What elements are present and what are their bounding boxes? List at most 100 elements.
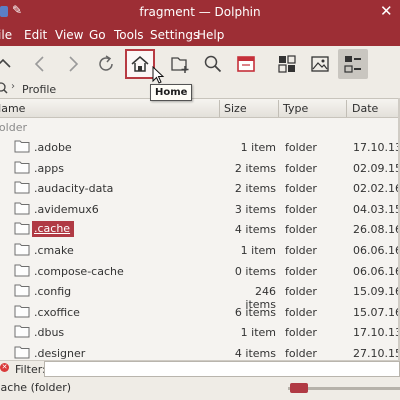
table-row[interactable]: › .cache 4 items folder 26.08.16 (0, 219, 398, 239)
menu-help[interactable]: Help (197, 28, 224, 42)
folder-icon (14, 305, 30, 318)
folder-icon (14, 346, 30, 359)
new-folder-icon (171, 57, 189, 73)
expand-icon[interactable]: › (0, 284, 1, 294)
column-size[interactable]: Size (224, 102, 247, 115)
menu-bar: File Edit View Go Tools Settings Help (0, 24, 400, 46)
icons-view-icon (278, 55, 296, 73)
forward-icon (69, 56, 79, 72)
filter-input[interactable] (44, 361, 400, 377)
file-type: folder (285, 202, 317, 216)
folder-icon (14, 284, 30, 297)
file-size: 4 items (234, 347, 276, 360)
file-name[interactable]: .config (34, 285, 71, 298)
up-button[interactable] (0, 49, 18, 79)
menu-go[interactable]: Go (89, 28, 106, 42)
file-date: 17.10.13 (353, 326, 398, 340)
menu-edit[interactable]: Edit (24, 28, 47, 42)
expand-icon[interactable]: › (0, 325, 1, 335)
file-type: folder (285, 141, 317, 154)
search-icon[interactable] (0, 81, 8, 95)
file-date: 26.08.16 (353, 223, 398, 237)
new-folder-button[interactable] (165, 49, 195, 79)
breadcrumb-separator: › (11, 81, 15, 92)
file-name[interactable]: .adobe (34, 141, 72, 154)
table-row[interactable]: › .dbus 1 item folder 17.10.13 (0, 322, 398, 342)
expand-icon[interactable]: › (0, 181, 1, 191)
expand-icon[interactable]: › (0, 264, 1, 274)
file-date: 27.10.15 (353, 347, 398, 360)
file-date: 02.02.16 (353, 182, 398, 196)
home-icon (131, 56, 149, 72)
file-name[interactable]: .cache (32, 221, 75, 238)
file-name[interactable]: .audacity-data (34, 182, 113, 195)
zoom-slider-handle[interactable] (290, 383, 308, 393)
close-filter-icon[interactable]: ✕ (0, 363, 9, 372)
file-name[interactable]: .designer (34, 347, 85, 360)
expand-icon[interactable]: › (0, 202, 1, 212)
expand-icon[interactable]: › (0, 243, 1, 253)
breadcrumb[interactable]: Profile (22, 83, 56, 96)
column-name[interactable]: Name (0, 102, 25, 115)
table-row[interactable]: › .compose-cache 0 items folder 06.06.16 (0, 261, 398, 281)
expand-icon[interactable]: › (0, 161, 1, 171)
icons-view-button[interactable] (272, 49, 302, 79)
file-list[interactable]: Folder › .adobe 1 item folder 17.10.13 › .apps… (0, 118, 398, 360)
menu-view[interactable]: View (55, 28, 83, 42)
menu-file[interactable]: File (0, 28, 12, 42)
file-name[interactable]: .cmake (34, 244, 74, 257)
file-size: 2 items (234, 182, 276, 196)
table-row[interactable]: ›.config246 itemsfolder15.09.16 (0, 281, 398, 311)
column-divider[interactable] (278, 100, 279, 117)
file-name[interactable]: .apps (34, 162, 64, 175)
file-size: 2 items (234, 161, 276, 175)
table-row[interactable]: › .apps 2 items folder 02.09.15 (0, 158, 398, 178)
file-name[interactable]: .cxoffice (34, 306, 80, 319)
menu-settings[interactable]: Settings (150, 28, 199, 42)
forward-button[interactable] (58, 49, 88, 79)
status-text: .cache (folder) (0, 381, 72, 394)
window-button[interactable] (231, 49, 261, 79)
table-row[interactable]: › .adobe 1 item folder 17.10.13 (0, 137, 398, 157)
folder-icon (14, 181, 30, 194)
column-type[interactable]: Type (283, 102, 308, 115)
table-row[interactable]: › .avidemux6 3 items folder 04.03.15 (0, 199, 398, 219)
home-button[interactable] (125, 49, 155, 79)
back-button[interactable] (25, 49, 55, 79)
file-date: 06.06.16 (353, 244, 398, 257)
column-divider[interactable] (219, 100, 220, 117)
close-icon[interactable]: ✕ (380, 2, 393, 20)
file-name[interactable]: .compose-cache (34, 265, 124, 278)
toolbar (0, 46, 400, 82)
preview-icon (311, 56, 329, 72)
preview-button[interactable] (305, 49, 335, 79)
file-type: folder (285, 326, 317, 340)
expand-icon[interactable]: › (0, 305, 1, 315)
file-type: folder (285, 305, 317, 319)
column-divider[interactable] (346, 100, 347, 117)
table-row[interactable]: › .designer 4 items folder 27.10.15 (0, 343, 398, 360)
file-size: 0 items (234, 264, 276, 278)
filter-label: Filter: (15, 363, 46, 376)
table-row[interactable]: › .cmake 1 item folder 06.06.16 (0, 240, 398, 260)
menu-tools[interactable]: Tools (114, 28, 144, 42)
column-date[interactable]: Date (352, 102, 378, 115)
group-header: Folder (0, 121, 27, 134)
expand-icon[interactable]: › (0, 140, 1, 150)
table-row[interactable]: › .cxoffice 6 items folder 15.07.16 (0, 302, 398, 322)
folder-icon (14, 243, 30, 256)
mouse-cursor-icon (152, 66, 165, 84)
expand-icon[interactable]: › (0, 222, 1, 232)
expand-icon[interactable]: › (0, 346, 1, 356)
file-date: 15.07.16 (353, 305, 398, 319)
table-row[interactable]: › .audacity-data 2 items folder 02.02.16 (0, 178, 398, 198)
back-icon (34, 56, 44, 72)
file-name[interactable]: .avidemux6 (34, 203, 99, 216)
details-view-button[interactable] (338, 49, 368, 79)
search-button[interactable] (198, 49, 228, 79)
reload-button[interactable] (91, 49, 121, 79)
file-name[interactable]: .dbus (34, 326, 64, 339)
file-size: 1 item (240, 244, 276, 257)
file-type: folder (285, 347, 317, 360)
file-size: 3 items (234, 202, 276, 216)
